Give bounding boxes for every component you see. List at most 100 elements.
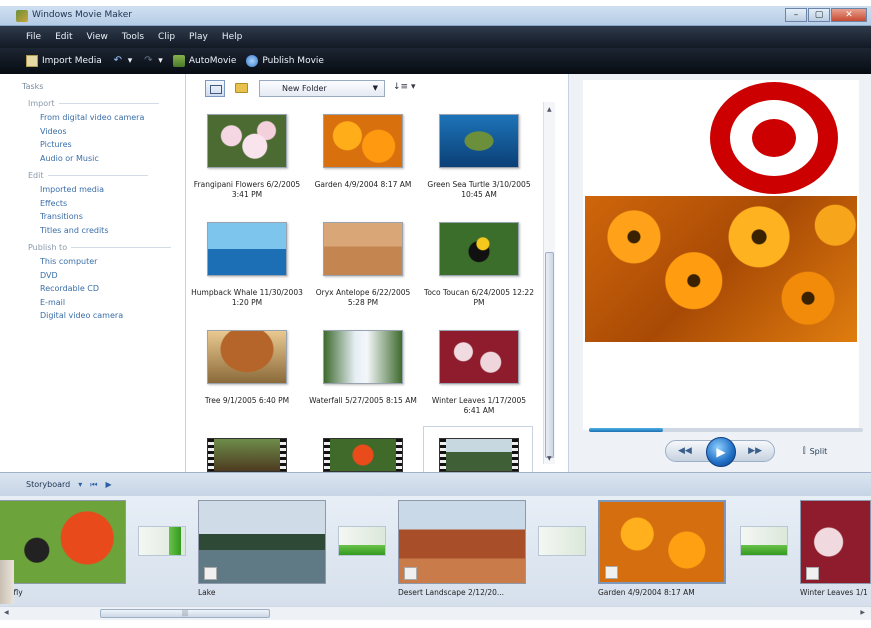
video-thumbnail <box>207 438 287 472</box>
clip-thumbnail <box>439 114 519 168</box>
task-link-transitions[interactable]: Transitions <box>40 210 185 224</box>
clip-thumbnail <box>207 222 287 276</box>
storyboard-clip[interactable]: Desert Landscape 2/12/20... <box>398 500 526 597</box>
menu-bar: File Edit View Tools Clip Play Help <box>0 26 871 48</box>
storyboard-clip[interactable]: Winter Leaves 1/1 <box>800 500 871 597</box>
tasks-section-publish[interactable]: Publish to <box>28 243 185 252</box>
clip-item[interactable]: Green Sea Turtle 3/10/2005 10:45 AM <box>423 114 535 200</box>
video-clip-item[interactable] <box>307 438 419 472</box>
seek-bar[interactable] <box>589 428 863 432</box>
task-link-titles-credits[interactable]: Titles and credits <box>40 224 185 238</box>
clip-item[interactable]: Garden 4/9/2004 8:17 AM <box>307 114 419 190</box>
view-toggle-button[interactable] <box>205 80 225 97</box>
movie-maker-app-icon <box>16 10 28 22</box>
title-bar: Windows Movie Maker – ▢ ✕ <box>0 6 871 26</box>
next-frame-icon[interactable]: ▶▶ <box>748 446 762 456</box>
folder-select-value: New Folder <box>282 84 327 93</box>
folder-icon[interactable] <box>235 83 248 93</box>
menu-view[interactable]: View <box>87 32 108 42</box>
clip-caption: Garden 4/9/2004 8:17 AM <box>314 180 412 189</box>
storyboard-clip-selected[interactable]: Garden 4/9/2004 8:17 AM <box>598 500 726 597</box>
publish-movie-button[interactable]: Publish Movie <box>246 55 324 67</box>
clip-thumbnail <box>323 114 403 168</box>
menu-tools[interactable]: Tools <box>122 32 144 42</box>
task-link-pictures[interactable]: Pictures <box>40 138 185 152</box>
clip-item[interactable]: Winter Leaves 1/17/2005 6:41 AM <box>423 330 535 416</box>
play-button[interactable]: ▶ <box>706 437 736 467</box>
storyboard-view-dropdown[interactable]: Storyboard <box>26 480 70 489</box>
clip-item[interactable]: Humpback Whale 11/30/2003 1:20 PM <box>191 222 303 308</box>
background-window-edge <box>0 560 14 604</box>
clip-caption: Tree 9/1/2005 6:40 PM <box>204 396 290 405</box>
automovie-button[interactable]: AutoMovie <box>172 55 237 67</box>
close-button[interactable]: ✕ <box>831 8 867 22</box>
task-link-from-camera[interactable]: From digital video camera <box>40 111 185 125</box>
storyboard: Butterfly Lake Desert Landscape 2/12/20.… <box>0 496 871 606</box>
transition-slot[interactable] <box>338 526 386 556</box>
video-clip-item[interactable] <box>191 438 303 472</box>
automovie-label: AutoMovie <box>188 56 237 66</box>
task-link-dvd[interactable]: DVD <box>40 269 185 283</box>
clip-caption: Frangipani Flowers 6/2/2005 3:41 PM <box>193 180 301 199</box>
menu-play[interactable]: Play <box>189 32 208 42</box>
rewind-storyboard-icon[interactable]: ⏮ <box>90 480 97 490</box>
split-button[interactable]: ⫿ Split <box>803 446 827 456</box>
play-storyboard-icon[interactable]: ▶ <box>105 480 111 489</box>
storyboard-caption: Desert Landscape 2/12/20... <box>398 588 505 597</box>
task-link-dv-camera[interactable]: Digital video camera <box>40 309 185 323</box>
tasks-section-edit[interactable]: Edit <box>28 171 185 180</box>
import-media-button[interactable]: Import Media <box>26 55 102 67</box>
minimize-button[interactable]: – <box>785 8 807 22</box>
clip-item[interactable]: Waterfall 5/27/2005 8:15 AM <box>307 330 419 406</box>
clip-item[interactable]: Frangipani Flowers 6/2/2005 3:41 PM <box>191 114 303 200</box>
menu-help[interactable]: Help <box>222 32 243 42</box>
clip-thumbnail <box>439 222 519 276</box>
clip-thumbnail <box>207 330 287 384</box>
clip-caption: Toco Toucan 6/24/2005 12:22 PM <box>424 288 534 307</box>
transition-slot[interactable] <box>138 526 186 556</box>
storyboard-scrollbar-thumb[interactable]: ||| <box>100 609 270 618</box>
storyboard-clip[interactable]: Lake <box>198 500 326 597</box>
redo-button[interactable]: ↷ ▾ <box>142 55 163 67</box>
task-link-email[interactable]: E-mail <box>40 296 185 310</box>
chevron-down-icon[interactable]: ▾ <box>78 480 82 489</box>
storyboard-scrollbar[interactable]: ◀ ||| ▶ <box>0 606 871 620</box>
menu-file[interactable]: File <box>26 32 41 42</box>
scroll-down-icon[interactable]: ▼ <box>547 455 552 462</box>
redo-dropdown-icon[interactable]: ▾ <box>158 56 163 66</box>
scroll-up-icon[interactable]: ▲ <box>547 106 552 113</box>
clip-thumbnail <box>207 114 287 168</box>
tasks-header: Tasks <box>22 82 44 91</box>
storyboard-clip[interactable]: Butterfly <box>0 500 126 597</box>
previous-frame-icon[interactable]: ◀◀ <box>678 446 692 456</box>
preview-pane: ◀◀ ▶ ▶▶ ⫿ Split <box>568 74 871 472</box>
undo-dropdown-icon[interactable]: ▾ <box>128 56 133 66</box>
scroll-right-icon[interactable]: ▶ <box>860 609 865 616</box>
clip-item[interactable]: Oryx Antelope 6/22/2005 5:28 PM <box>307 222 419 308</box>
playback-controls: ◀◀ ▶ ▶▶ <box>665 437 775 467</box>
task-link-this-computer[interactable]: This computer <box>40 255 185 269</box>
task-link-audio[interactable]: Audio or Music <box>40 152 185 166</box>
sort-button[interactable]: ↓≡ ▾ <box>393 82 415 92</box>
task-link-imported-media[interactable]: Imported media <box>40 183 185 197</box>
menu-clip[interactable]: Clip <box>158 32 175 42</box>
undo-button[interactable]: ↶ ▾ <box>112 55 133 67</box>
task-link-videos[interactable]: Videos <box>40 125 185 139</box>
transition-slot[interactable] <box>538 526 586 556</box>
transition-slot[interactable] <box>740 526 788 556</box>
clip-item[interactable]: Tree 9/1/2005 6:40 PM <box>191 330 303 406</box>
storyboard-caption: Garden 4/9/2004 8:17 AM <box>598 588 695 597</box>
folder-select[interactable]: New Folder ▼ <box>259 80 385 97</box>
task-link-effects[interactable]: Effects <box>40 197 185 211</box>
task-link-recordable-cd[interactable]: Recordable CD <box>40 282 185 296</box>
import-media-icon <box>26 55 38 67</box>
scroll-left-icon[interactable]: ◀ <box>4 609 9 616</box>
scrollbar-thumb[interactable] <box>545 252 554 458</box>
tasks-section-import[interactable]: Import <box>28 99 185 108</box>
maximize-button[interactable]: ▢ <box>808 8 830 22</box>
window-title: Windows Movie Maker <box>32 10 132 20</box>
publish-movie-icon <box>246 55 259 67</box>
collection-scrollbar[interactable]: ▲ ▼ <box>543 102 555 464</box>
menu-edit[interactable]: Edit <box>55 32 72 42</box>
clip-item[interactable]: Toco Toucan 6/24/2005 12:22 PM <box>423 222 535 308</box>
